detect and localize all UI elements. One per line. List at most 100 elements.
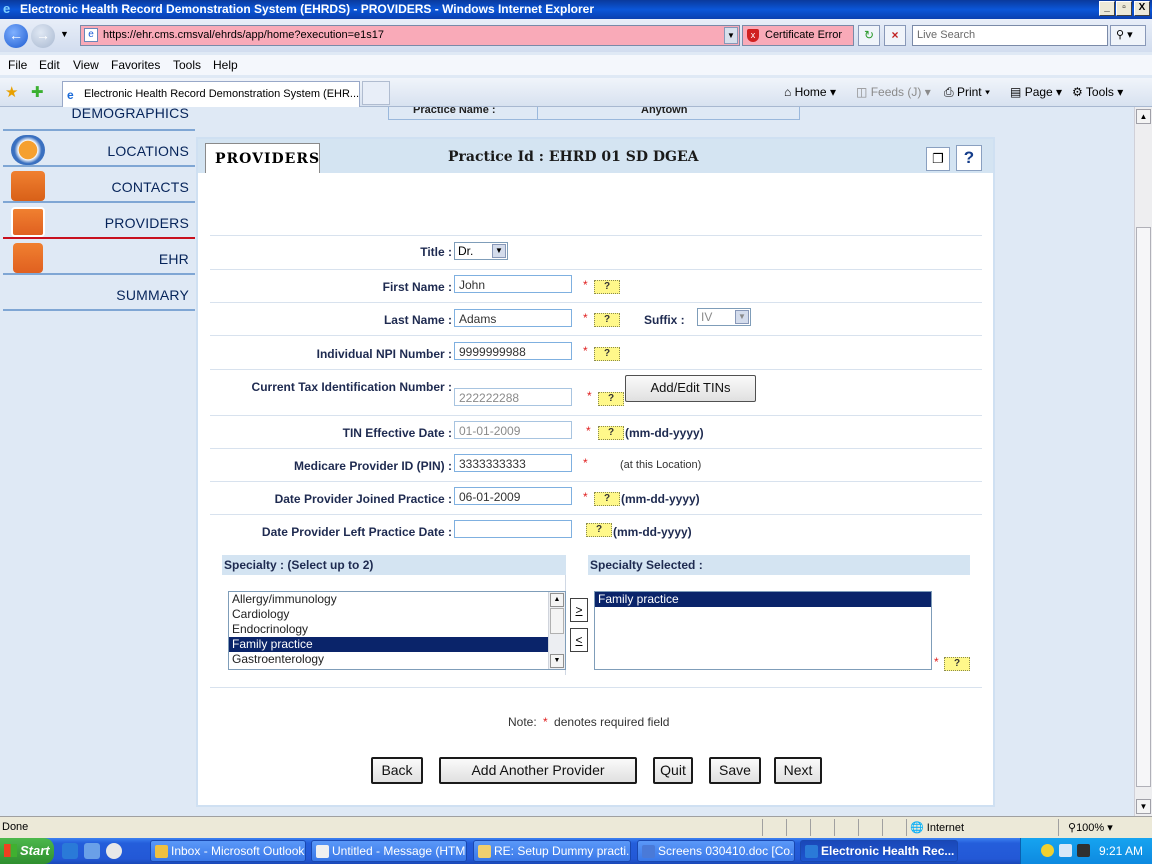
- list-item-selected[interactable]: Family practice: [595, 592, 931, 607]
- divider: [858, 819, 859, 836]
- list-item-selected[interactable]: Family practice: [229, 637, 565, 652]
- page-menu-button[interactable]: ▤ Page ▾: [1010, 85, 1062, 99]
- ie-quicklaunch-icon[interactable]: [62, 843, 78, 859]
- save-button[interactable]: Save: [709, 757, 761, 784]
- start-button[interactable]: Start: [0, 838, 54, 864]
- help-icon[interactable]: ?: [956, 145, 982, 171]
- home-button[interactable]: ⌂ Home ▾: [784, 85, 836, 99]
- tin-field[interactable]: 222222288: [454, 388, 572, 406]
- npi-help-button[interactable]: ?: [594, 347, 620, 361]
- network-icon[interactable]: [1077, 844, 1090, 857]
- taskbar-re-setup[interactable]: RE: Setup Dummy practi...: [473, 840, 631, 862]
- taskbar-word[interactable]: Screens 030410.doc [Co...: [637, 840, 795, 862]
- specialty-selected-list[interactable]: Family practice: [594, 591, 932, 670]
- tin-date-field[interactable]: 01-01-2009: [454, 421, 572, 439]
- search-input[interactable]: Live Search: [912, 25, 1108, 46]
- remove-specialty-button[interactable]: <: [570, 628, 588, 652]
- tin-date-help-button[interactable]: ?: [598, 426, 624, 440]
- menu-tools[interactable]: Tools: [173, 58, 201, 72]
- history-dropdown-icon[interactable]: ▼: [60, 29, 69, 39]
- address-url[interactable]: https://ehr.cms.cmsval/ehrds/app/home?ex…: [103, 29, 384, 41]
- maximize-button[interactable]: ▫: [1116, 1, 1132, 16]
- zoom-level[interactable]: ⚲100% ▾: [1068, 821, 1113, 834]
- address-bar[interactable]: e https://ehr.cms.cmsval/ehrds/app/home?…: [80, 25, 740, 46]
- title-select[interactable]: Dr. ▼: [454, 242, 508, 260]
- first-name-help-button[interactable]: ?: [594, 280, 620, 294]
- last-name-help-button[interactable]: ?: [594, 313, 620, 327]
- nav-locations[interactable]: LOCATIONS: [3, 133, 195, 167]
- feeds-icon: ◫: [856, 85, 868, 99]
- medicare-field[interactable]: 3333333333: [454, 454, 572, 472]
- next-button[interactable]: Next: [774, 757, 822, 784]
- taskbar-message[interactable]: Untitled - Message (HTML): [311, 840, 467, 862]
- add-favorite-icon[interactable]: ✚: [31, 83, 44, 101]
- practice-name-strip: Practice Name : Anytown: [388, 107, 800, 120]
- list-item[interactable]: Allergy/immunology: [229, 592, 565, 607]
- left-date-help-button[interactable]: ?: [586, 523, 612, 537]
- specialty-available-list[interactable]: Allergy/immunology Cardiology Endocrinol…: [228, 591, 566, 670]
- npi-field[interactable]: 9999999988: [454, 342, 572, 360]
- quit-button[interactable]: Quit: [653, 757, 693, 784]
- search-icon[interactable]: ⚲ ▾: [1110, 25, 1146, 46]
- scroll-thumb[interactable]: [550, 608, 564, 634]
- back-nav-icon[interactable]: ←: [4, 24, 28, 48]
- page-scrollbar[interactable]: ▲ ▼: [1134, 107, 1152, 816]
- list-item[interactable]: Gastroenterology: [229, 652, 565, 667]
- joined-help-button[interactable]: ?: [594, 492, 620, 506]
- nav-providers[interactable]: PROVIDERS: [3, 205, 195, 239]
- new-tab-button[interactable]: [362, 81, 390, 105]
- close-window-button[interactable]: X: [1134, 1, 1150, 16]
- feeds-button[interactable]: ◫ Feeds (J) ▾: [856, 85, 931, 99]
- menu-file[interactable]: File: [8, 58, 27, 72]
- nav-contacts[interactable]: CONTACTS: [3, 169, 195, 203]
- favorites-star-icon[interactable]: ★: [5, 83, 18, 101]
- tools-menu-button[interactable]: ⚙ Tools ▾: [1072, 85, 1123, 99]
- forward-nav-icon[interactable]: →: [31, 24, 55, 48]
- add-edit-tins-button[interactable]: Add/Edit TINs: [625, 375, 756, 402]
- last-name-row: Last Name : Adams * ? Suffix : IV ▼: [210, 302, 982, 335]
- copy-icon[interactable]: ❐: [926, 147, 950, 171]
- add-another-provider-button[interactable]: Add Another Provider: [439, 757, 637, 784]
- scroll-up-icon[interactable]: ▲: [1136, 109, 1151, 124]
- required-mark: *: [587, 389, 592, 403]
- joined-date-field[interactable]: 06-01-2009: [454, 487, 572, 505]
- scroll-down-icon[interactable]: ▼: [550, 654, 564, 668]
- scroll-up-icon[interactable]: ▲: [550, 593, 564, 607]
- menu-favorites[interactable]: Favorites: [111, 58, 160, 72]
- date-format-hint: (mm-dd-yyyy): [613, 525, 692, 539]
- media-quicklaunch-icon[interactable]: [106, 843, 122, 859]
- scroll-thumb[interactable]: [1136, 227, 1151, 787]
- certificate-error-button[interactable]: x Certificate Error: [742, 25, 854, 46]
- tab-ehrds[interactable]: e Electronic Health Record Demonstration…: [62, 81, 360, 107]
- scroll-down-icon[interactable]: ▼: [1136, 799, 1151, 814]
- list-item[interactable]: Cardiology: [229, 607, 565, 622]
- list-scrollbar[interactable]: ▲ ▼: [548, 592, 565, 669]
- address-dropdown-icon[interactable]: ▼: [724, 27, 738, 44]
- last-name-field[interactable]: Adams: [454, 309, 572, 327]
- taskbar-outlook[interactable]: Inbox - Microsoft Outlook: [150, 840, 306, 862]
- suffix-select[interactable]: IV ▼: [697, 308, 751, 326]
- back-button[interactable]: Back: [371, 757, 423, 784]
- nav-summary[interactable]: SUMMARY: [3, 277, 195, 311]
- add-specialty-button[interactable]: >: [570, 598, 588, 622]
- security-zone[interactable]: 🌐 Internet: [910, 821, 964, 834]
- stop-icon[interactable]: ×: [884, 25, 906, 46]
- refresh-icon[interactable]: ↻: [858, 25, 880, 46]
- nav-ehr[interactable]: EHR: [3, 241, 195, 275]
- minimize-button[interactable]: _: [1099, 1, 1115, 16]
- specialty-help-button[interactable]: ?: [944, 657, 970, 671]
- taskbar-ie[interactable]: Electronic Health Rec...: [800, 840, 958, 862]
- tin-help-button[interactable]: ?: [598, 392, 624, 406]
- menu-edit[interactable]: Edit: [39, 58, 60, 72]
- menu-help[interactable]: Help: [213, 58, 238, 72]
- menu-view[interactable]: View: [73, 58, 99, 72]
- desktop-quicklaunch-icon[interactable]: [84, 843, 100, 859]
- divider: [810, 819, 811, 836]
- tray-icon[interactable]: [1059, 844, 1072, 857]
- list-item[interactable]: Endocrinology: [229, 622, 565, 637]
- left-date-field[interactable]: [454, 520, 572, 538]
- tray-icon[interactable]: [1041, 844, 1054, 857]
- first-name-field[interactable]: John: [454, 275, 572, 293]
- print-button[interactable]: ⎙ Print ▾: [944, 85, 990, 100]
- nav-demographics[interactable]: DEMOGRAPHICS: [3, 107, 195, 131]
